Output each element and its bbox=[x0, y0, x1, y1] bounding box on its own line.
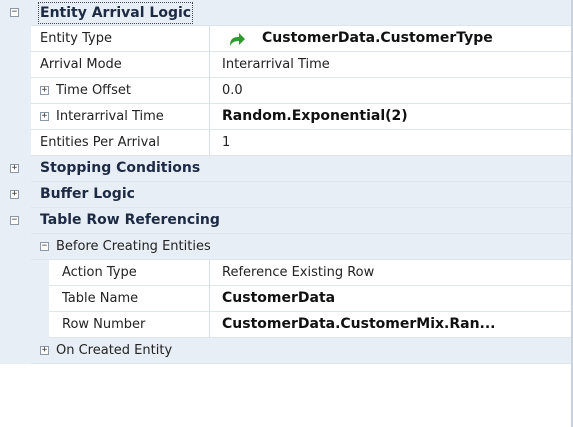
property-value[interactable]: Random.Exponential(2) bbox=[222, 104, 568, 129]
property-name: Table Name bbox=[62, 291, 139, 306]
property-name: Interarrival Time bbox=[56, 109, 164, 124]
property-value[interactable]: Interarrival Time bbox=[222, 52, 568, 77]
expand-toggle-icon[interactable] bbox=[40, 86, 49, 95]
expand-toggle-icon[interactable] bbox=[10, 190, 19, 199]
subcategory-label: Before Creating Entities bbox=[56, 239, 211, 254]
category-entity-arrival-logic[interactable]: Entity Arrival Logic bbox=[0, 0, 573, 26]
property-name: Action Type bbox=[62, 265, 137, 280]
property-value[interactable]: Reference Existing Row bbox=[222, 260, 568, 285]
subcategory-before-creating-entities[interactable]: Before Creating Entities bbox=[0, 234, 573, 260]
property-row-interarrival-time[interactable]: Interarrival Time Random.Exponential(2) bbox=[0, 104, 573, 130]
category-label: Stopping Conditions bbox=[40, 160, 201, 176]
property-row-action-type[interactable]: Action Type Reference Existing Row bbox=[0, 260, 573, 286]
category-label: Buffer Logic bbox=[40, 186, 135, 202]
category-stopping-conditions[interactable]: Stopping Conditions bbox=[0, 156, 573, 182]
property-grid: Entity Arrival Logic Entity Type Custome… bbox=[0, 0, 573, 427]
property-name: Time Offset bbox=[56, 83, 132, 98]
property-row-table-name[interactable]: Table Name CustomerData bbox=[0, 286, 573, 312]
property-value[interactable]: CustomerData.CustomerMix.Ran... bbox=[222, 312, 568, 337]
category-table-row-referencing[interactable]: Table Row Referencing bbox=[0, 208, 573, 234]
expand-toggle-icon[interactable] bbox=[10, 164, 19, 173]
collapse-toggle-icon[interactable] bbox=[40, 242, 49, 251]
property-row-time-offset[interactable]: Time Offset 0.0 bbox=[0, 78, 573, 104]
property-name: Entity Type bbox=[40, 31, 112, 46]
property-value[interactable]: CustomerData bbox=[222, 286, 568, 311]
subcategory-label: On Created Entity bbox=[56, 343, 173, 358]
property-value[interactable]: 1 bbox=[222, 130, 568, 155]
property-name: Row Number bbox=[62, 317, 146, 332]
collapse-toggle-icon[interactable] bbox=[10, 216, 19, 225]
category-buffer-logic[interactable]: Buffer Logic bbox=[0, 182, 573, 208]
category-label: Entity Arrival Logic bbox=[38, 2, 194, 24]
expand-toggle-icon[interactable] bbox=[40, 346, 49, 355]
property-row-arrival-mode[interactable]: Arrival Mode Interarrival Time bbox=[0, 52, 573, 78]
property-value[interactable]: 0.0 bbox=[222, 78, 568, 103]
collapse-toggle-icon[interactable] bbox=[10, 8, 19, 17]
property-row-row-number[interactable]: Row Number CustomerData.CustomerMix.Ran.… bbox=[0, 312, 573, 338]
property-value[interactable]: CustomerData.CustomerType bbox=[262, 26, 573, 51]
category-label: Table Row Referencing bbox=[40, 212, 220, 228]
subcategory-on-created-entity[interactable]: On Created Entity bbox=[0, 338, 573, 364]
property-row-entity-type[interactable]: Entity Type CustomerData.CustomerType bbox=[0, 26, 573, 52]
property-row-entities-per-arrival[interactable]: Entities Per Arrival 1 bbox=[0, 130, 573, 156]
property-name: Arrival Mode bbox=[40, 57, 122, 72]
property-name: Entities Per Arrival bbox=[40, 135, 160, 150]
expand-toggle-icon[interactable] bbox=[40, 112, 49, 121]
green-arrow-icon bbox=[230, 33, 245, 46]
